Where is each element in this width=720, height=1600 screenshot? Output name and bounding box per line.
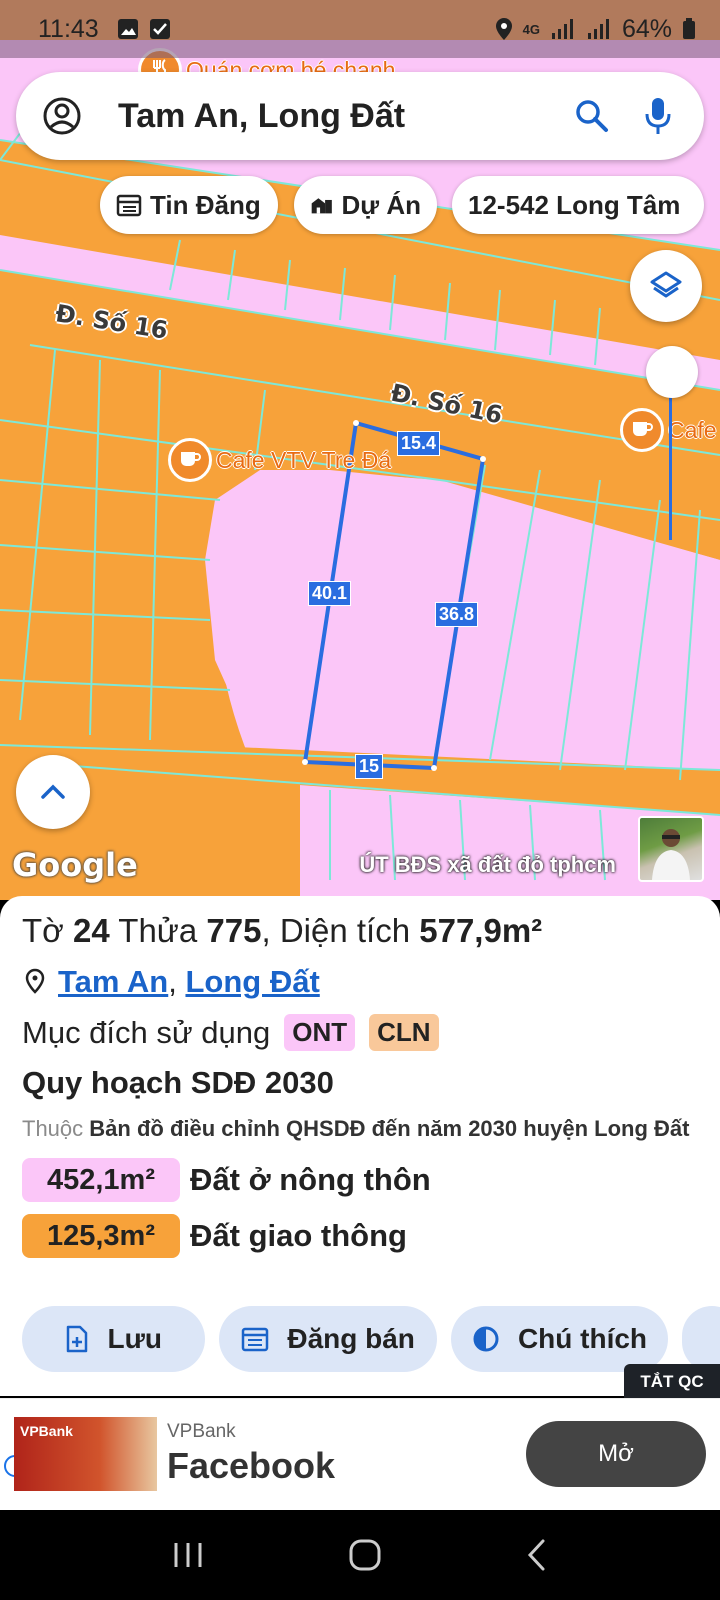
- contrast-icon: [473, 1326, 499, 1352]
- area-value-box: 125,3m²: [22, 1214, 180, 1258]
- layers-icon: [650, 271, 682, 298]
- file-add-icon: [67, 1325, 88, 1353]
- poi-label: Cafe: [668, 416, 717, 443]
- gallery-icon: [117, 19, 138, 39]
- more-actions-button[interactable]: [682, 1306, 720, 1372]
- legend-button[interactable]: Chú thích: [450, 1306, 669, 1372]
- search-bar[interactable]: Tam An, Long Đất: [16, 72, 704, 160]
- mic-icon[interactable]: [634, 92, 682, 140]
- battery-percent: 64%: [621, 14, 672, 43]
- clock: 11:43: [38, 14, 99, 43]
- location-icon: [495, 18, 512, 40]
- location-link-district[interactable]: Long Đất: [185, 964, 319, 1000]
- author-label: ÚT BĐS xã đất đỏ tphcm: [359, 852, 616, 877]
- sheet-label: Tờ: [22, 912, 64, 949]
- chip-label: 12-542 Long Tâm: [468, 189, 681, 220]
- opacity-slider-knob[interactable]: [646, 346, 698, 398]
- ad-image[interactable]: VPBank: [14, 1417, 157, 1491]
- recent-apps-icon[interactable]: [171, 1540, 205, 1570]
- poi-label: Cafe VTV Tre Đá: [216, 446, 392, 473]
- battery-icon: [683, 18, 695, 39]
- sheet-number: 24: [72, 912, 110, 949]
- cafe-icon: [620, 408, 664, 452]
- buildings-icon: [311, 198, 332, 214]
- purpose-tag-ont: ONT: [284, 1014, 356, 1051]
- author-avatar[interactable]: [638, 816, 704, 882]
- cafe-icon: [168, 438, 212, 482]
- save-button[interactable]: Lưu: [22, 1306, 206, 1372]
- chip-tin-dang[interactable]: Tin Đăng: [100, 176, 278, 234]
- action-label: Lưu: [107, 1323, 162, 1354]
- action-label: Đăng bán: [287, 1323, 415, 1354]
- land-use-purpose: Mục đích sử dụng ONT CLN: [22, 1014, 698, 1051]
- chevron-up-icon: [41, 784, 65, 799]
- area-type-label: Đất giao thông: [190, 1218, 407, 1253]
- location-link-commune[interactable]: Tam An: [58, 964, 168, 1000]
- search-query[interactable]: Tam An, Long Đất: [118, 97, 568, 136]
- lot-number: 775: [206, 912, 262, 949]
- plan-title: Quy hoạch SDĐ 2030: [22, 1065, 334, 1100]
- check-box-icon: [149, 19, 170, 39]
- dimension-label-right: 36.8: [435, 602, 479, 627]
- plan-belongs-label: Thuộc: [22, 1116, 84, 1141]
- signal-icon: [551, 19, 573, 39]
- chip-du-an[interactable]: Dự Án: [294, 176, 437, 234]
- search-icon[interactable]: [568, 92, 616, 140]
- dimension-label-top: 15.4: [397, 431, 441, 456]
- disable-ads-button[interactable]: TẮT QC: [624, 1364, 720, 1400]
- plan-description: Thuộc Bản đồ điều chỉnh QHSDĐ đến năm 20…: [22, 1111, 698, 1146]
- back-icon[interactable]: [525, 1538, 549, 1572]
- ad-brand: VPBank: [167, 1421, 236, 1442]
- post-sale-button[interactable]: Đăng bán: [219, 1306, 437, 1372]
- dimension-label-bottom: 15: [355, 754, 384, 779]
- network-type: 4G: [522, 21, 540, 37]
- ad-open-button[interactable]: Mở: [526, 1421, 706, 1487]
- action-label: Chú thích: [517, 1323, 648, 1354]
- lot-label: Thửa: [118, 912, 198, 949]
- area-label: Diện tích: [279, 912, 411, 949]
- parcel-summary: Tờ 24 Thửa 775, Diện tích 577,9m²: [22, 912, 543, 949]
- area-type-label: Đất ở nông thôn: [190, 1162, 431, 1197]
- chip-lot-code[interactable]: 12-542 Long Tâm: [452, 176, 704, 234]
- purpose-label: Mục đích sử dụng: [22, 1014, 271, 1050]
- ad-title: Facebook: [167, 1445, 336, 1486]
- ad-banner[interactable]: i VPBank VPBank Facebook Mở: [0, 1398, 720, 1510]
- poi-cafe-vtv[interactable]: Cafe VTV Tre Đá: [168, 438, 391, 482]
- account-circle-icon[interactable]: [38, 92, 86, 140]
- area-row-road: 125,3m² Đất giao thông: [22, 1214, 698, 1258]
- layers-button[interactable]: [630, 250, 702, 322]
- expand-sheet-button[interactable]: [16, 755, 90, 829]
- parcel-location: Tam An, Long Đất: [22, 964, 698, 1000]
- chip-label: Tin Đăng: [150, 189, 261, 220]
- status-bar: 11:43 4G 64%: [0, 0, 720, 58]
- google-logo: Google: [12, 846, 138, 884]
- dimension-label-left: 40.1: [308, 581, 352, 606]
- location-pin-icon: [25, 968, 45, 994]
- home-icon[interactable]: [348, 1538, 382, 1572]
- area-value-box: 452,1m²: [22, 1158, 180, 1202]
- action-row: Lưu Đăng bán Chú thích: [22, 1306, 720, 1372]
- area-value: 577,9m²: [419, 912, 543, 949]
- plan-desc-text: Bản đồ điều chỉnh QHSDĐ đến năm 2030 huy…: [89, 1116, 690, 1141]
- calendar-list-icon: [242, 1327, 269, 1352]
- chip-label: Dự Án: [341, 189, 422, 220]
- signal-icon: [587, 19, 609, 39]
- area-row-residential: 452,1m² Đất ở nông thôn: [22, 1158, 698, 1202]
- system-nav-bar: [0, 1510, 720, 1600]
- purpose-tag-cln: CLN: [369, 1014, 439, 1051]
- calendar-list-icon: [116, 194, 142, 217]
- parcel-info-sheet: Tờ 24 Thửa 775, Diện tích 577,9m² Tam An…: [0, 896, 720, 1396]
- ad-image-text: VPBank: [20, 1423, 73, 1439]
